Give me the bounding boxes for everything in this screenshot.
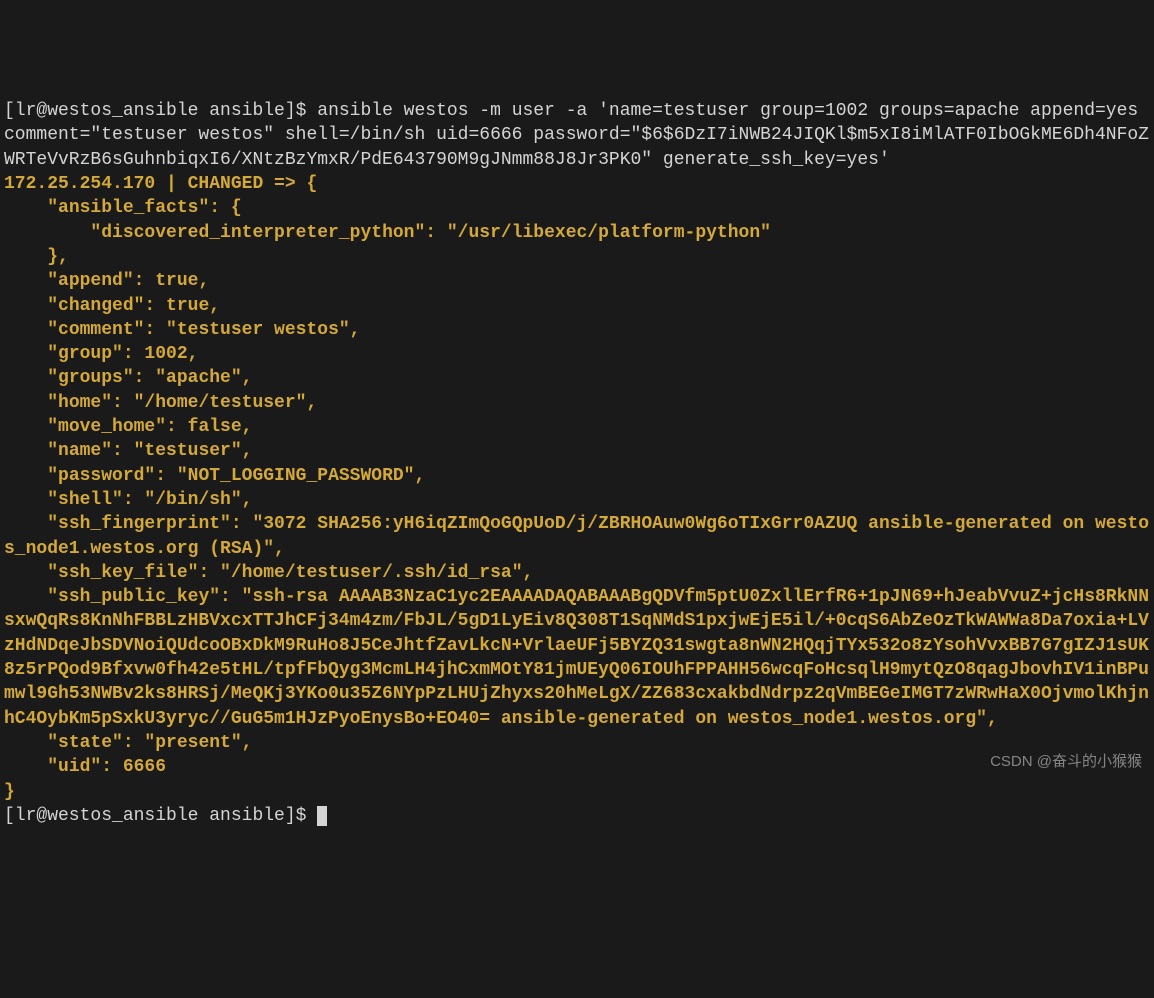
json-line: "comment": "testuser westos", (4, 320, 360, 340)
json-line: "groups": "apache", (4, 368, 252, 388)
json-line: "ssh_public_key": "ssh-rsa AAAAB3NzaC1yc… (4, 587, 1149, 728)
json-line: "uid": 6666 (4, 757, 166, 777)
json-line: "state": "present", (4, 733, 252, 753)
json-line: "group": 1002, (4, 344, 198, 364)
ansible-host-status: 172.25.254.170 | CHANGED => { (4, 174, 317, 194)
json-line: "discovered_interpreter_python": "/usr/l… (4, 223, 771, 243)
json-line: "ansible_facts": { (4, 198, 242, 218)
cursor[interactable] (317, 806, 327, 826)
json-line: "ssh_key_file": "/home/testuser/.ssh/id_… (4, 563, 533, 583)
json-line: "shell": "/bin/sh", (4, 490, 252, 510)
json-line: }, (4, 247, 69, 267)
json-line: "name": "testuser", (4, 441, 252, 461)
shell-prompt: [lr@westos_ansible ansible]$ (4, 101, 317, 121)
json-line: "ssh_fingerprint": "3072 SHA256:yH6iqZIm… (4, 514, 1149, 558)
json-line: "home": "/home/testuser", (4, 393, 317, 413)
json-line: "password": "NOT_LOGGING_PASSWORD", (4, 466, 425, 486)
shell-prompt: [lr@westos_ansible ansible]$ (4, 806, 317, 826)
terminal-output: [lr@westos_ansible ansible]$ ansible wes… (4, 99, 1150, 828)
json-line: } (4, 782, 15, 802)
json-line: "move_home": false, (4, 417, 252, 437)
json-line: "append": true, (4, 271, 209, 291)
json-line: "changed": true, (4, 296, 220, 316)
watermark: CSDN @奋斗的小猴猴 (990, 752, 1142, 772)
